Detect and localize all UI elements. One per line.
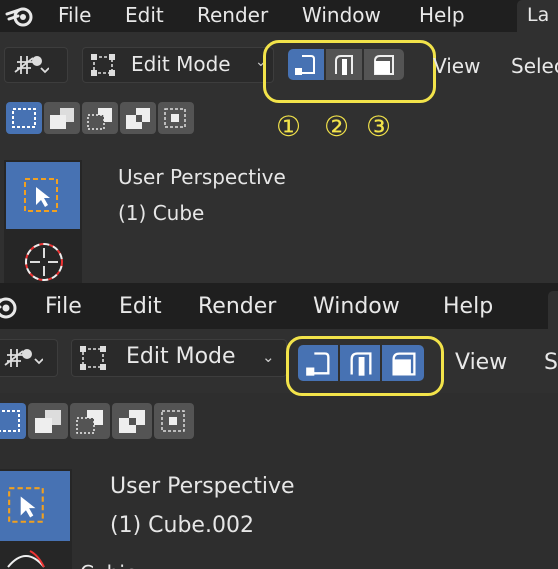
blender-logo-icon[interactable] — [0, 293, 22, 321]
cursor-select-button[interactable] — [6, 162, 80, 229]
cursor-select-icon — [6, 485, 48, 527]
menu-help[interactable]: Help — [419, 3, 465, 27]
cursor-select-icon — [22, 176, 62, 216]
select-invert-icon — [117, 408, 147, 434]
menu-help[interactable]: Help — [443, 294, 493, 319]
mode-label: Edit Mode — [131, 52, 231, 76]
pivot-dropdown[interactable] — [0, 339, 58, 377]
select-invert-icon — [124, 106, 152, 130]
left-toolbar — [0, 469, 72, 569]
screenshot-top: File Edit Render Window Help La Edit Mod… — [0, 0, 558, 283]
select-menu[interactable]: S — [544, 350, 558, 375]
annotation-1: ① — [276, 110, 302, 143]
select-invert-button[interactable] — [120, 102, 156, 134]
menu-edit[interactable]: Edit — [125, 3, 164, 27]
menu-window[interactable]: Window — [302, 3, 381, 27]
viewport-partial-label: Cubic — [80, 561, 136, 569]
annotation-2: ② — [324, 110, 350, 143]
mode-dropdown[interactable]: Edit Mode ⌄ — [71, 339, 287, 377]
pivot-dropdown[interactable] — [4, 47, 68, 83]
menu-render[interactable]: Render — [197, 3, 268, 27]
select-mode-row — [0, 401, 200, 441]
select-menu[interactable]: Selec — [511, 54, 558, 78]
select-mode-row — [4, 100, 194, 136]
top-header: Edit Mode ⌄ View Sele — [0, 32, 558, 103]
cursor-tool-button[interactable] — [6, 232, 80, 283]
bottom-header: Edit Mode ⌄ View S — [0, 329, 558, 396]
cursor-tool-button[interactable] — [0, 543, 70, 569]
select-extend-icon — [33, 408, 63, 434]
view-menu[interactable]: View — [433, 54, 480, 78]
select-box-icon — [11, 107, 37, 129]
view-menu[interactable]: View — [455, 350, 507, 375]
select-intersect-button[interactable] — [158, 102, 194, 134]
select-subtract-icon — [75, 408, 105, 434]
select-subtract-button[interactable] — [70, 403, 110, 439]
transform-pivot-icon — [1, 345, 43, 371]
menu-file[interactable]: File — [45, 294, 82, 319]
mode-label: Edit Mode — [126, 344, 236, 369]
workspace-tab[interactable]: La — [517, 0, 558, 32]
annotation-3: ③ — [366, 110, 392, 143]
highlight-frame — [263, 40, 436, 103]
screenshot-bottom: File Edit Render Window Help Edit Mode ⌄… — [0, 283, 558, 569]
menu-render[interactable]: Render — [198, 294, 276, 319]
left-toolbar — [4, 160, 82, 283]
mode-dropdown[interactable]: Edit Mode ⌄ — [82, 47, 274, 83]
viewport-object: (1) Cube — [118, 201, 205, 225]
select-box-icon — [0, 409, 21, 433]
cursor-select-button[interactable] — [0, 471, 70, 541]
select-intersect-icon — [160, 409, 188, 433]
select-extend-icon — [48, 106, 76, 130]
3d-cursor-icon — [4, 543, 48, 569]
select-extend-button[interactable] — [28, 403, 68, 439]
transform-pivot-icon — [11, 52, 49, 78]
bottom-menubar: File Edit Render Window Help — [0, 283, 558, 329]
select-extend-button[interactable] — [44, 102, 80, 134]
select-subtract-button[interactable] — [82, 102, 118, 134]
menu-window[interactable]: Window — [313, 294, 400, 319]
select-intersect-button[interactable] — [154, 403, 194, 439]
viewport-object: (1) Cube.002 — [110, 513, 254, 538]
blender-logo-icon[interactable] — [5, 4, 37, 28]
edit-mode-icon — [78, 344, 110, 372]
chevron-down-icon: ⌄ — [262, 348, 275, 366]
select-box-button[interactable] — [0, 403, 26, 439]
edit-mode-icon — [89, 52, 119, 78]
select-invert-button[interactable] — [112, 403, 152, 439]
select-intersect-icon — [163, 107, 189, 129]
workspace-tab[interactable] — [548, 291, 558, 329]
viewport-perspective: User Perspective — [118, 165, 286, 189]
3d-cursor-icon — [22, 240, 66, 283]
select-subtract-icon — [86, 106, 114, 130]
top-menubar: File Edit Render Window Help La — [0, 0, 558, 32]
select-box-button[interactable] — [6, 102, 42, 134]
viewport-perspective: User Perspective — [110, 474, 295, 499]
menu-edit[interactable]: Edit — [119, 294, 162, 319]
menu-file[interactable]: File — [58, 3, 91, 27]
workspace-tab-label: La — [527, 4, 550, 26]
highlight-frame — [286, 336, 444, 396]
